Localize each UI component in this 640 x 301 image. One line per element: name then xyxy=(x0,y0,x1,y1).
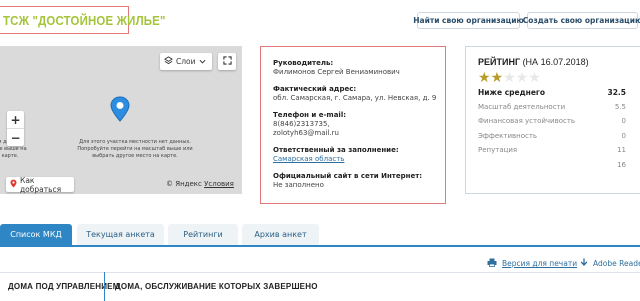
responsible-link[interactable]: Самарская область xyxy=(273,155,435,164)
rating-row-value: 16 xyxy=(617,160,626,169)
zoom-out-button[interactable]: − xyxy=(7,128,24,146)
tab-form-archive[interactable]: Архив анкет xyxy=(242,224,319,245)
map-zoom-control: + − xyxy=(7,111,24,146)
rating-row: Ниже среднего 32.5 xyxy=(478,85,626,100)
org-title-box: ТСЖ "ДОСТОЙНОЕ ЖИЛЬЕ" xyxy=(0,6,165,34)
tab-underline xyxy=(0,245,640,247)
terms-link[interactable]: Условия xyxy=(204,180,234,188)
adobe-reader-label: Adobe Reader xyxy=(593,259,640,268)
tab-ratings[interactable]: Рейтинги xyxy=(168,224,238,245)
rating-date: (НА 16.07.2018) xyxy=(522,57,589,67)
rating-row-label: Эффективность xyxy=(478,131,538,140)
download-arrow-icon xyxy=(580,258,588,269)
adobe-reader-link[interactable]: Adobe Reader xyxy=(580,258,640,269)
rating-row-value: 11 xyxy=(617,146,626,155)
responsible-label: Ответственный за заполнение: xyxy=(273,146,399,154)
find-organization-button[interactable]: Найти свою организацию xyxy=(413,12,524,29)
rating-row-value: 0 xyxy=(621,131,626,140)
route-button[interactable]: Как добраться xyxy=(6,175,74,194)
rating-row-label: Масштаб деятельности xyxy=(478,102,566,111)
rating-row-value: 32.5 xyxy=(607,87,626,97)
phone-email-label: Телефон и e-mail: xyxy=(273,111,347,119)
rating-rows: Ниже среднего 32.5 Масштаб деятельности 5.5… xyxy=(478,85,640,172)
rating-row: Эффективность 0 xyxy=(478,129,626,144)
map-layers-label: Слои xyxy=(176,57,196,66)
star-icon: ★ xyxy=(490,70,504,86)
map-no-data-note: Для этого участка местности нет данных. … xyxy=(77,139,193,159)
fullscreen-icon xyxy=(222,55,232,68)
star-icon: ★ xyxy=(503,70,516,86)
chevron-down-icon xyxy=(199,57,206,66)
phone-value: 8(846)2313735, xyxy=(273,120,330,128)
tab-completed-houses[interactable]: ДОМА, ОБСЛУЖИВАНИЕ КОТОРЫХ ЗАВЕРШЕНО xyxy=(115,272,318,301)
website-value: Не заполнено xyxy=(273,181,324,189)
rating-panel: РЕЙТИНГ (НА 16.07.2018) ★★★★★ Ниже средн… xyxy=(465,46,640,194)
website-label: Официальный сайт в сети Интернет: xyxy=(273,172,423,180)
rating-stars: ★★★★★ xyxy=(478,71,640,85)
tab-current-form[interactable]: Текущая анкета xyxy=(77,224,164,245)
map-layers-button[interactable]: Слои xyxy=(160,53,212,70)
fullscreen-button[interactable] xyxy=(218,53,236,70)
bottom-tab-separator xyxy=(104,272,105,301)
create-organization-button[interactable]: Создать свою организацию xyxy=(523,12,640,29)
map-pin-icon[interactable] xyxy=(110,96,130,126)
org-title: ТСЖ "ДОСТОЙНОЕ ЖИЛЬЕ" xyxy=(3,12,166,28)
rating-row-label: Финансовая устойчивость xyxy=(478,117,576,126)
organization-info-box: Руководитель: Филимонов Сергей Вениамино… xyxy=(260,46,446,204)
rating-heading: РЕЙТИНГ (НА 16.07.2018) xyxy=(478,57,640,67)
head-label: Руководитель: xyxy=(273,59,334,67)
rating-row-label: Репутация xyxy=(478,146,518,155)
rating-row: Масштаб деятельности 5.5 xyxy=(478,100,626,115)
rating-row: Репутация 11 xyxy=(478,143,626,158)
address-label: Фактический адрес: xyxy=(273,85,357,93)
route-pin-icon xyxy=(10,179,17,190)
tab-mkd-list[interactable]: Список МКД xyxy=(0,224,72,245)
rating-row-label: Ниже среднего xyxy=(478,87,545,97)
tab-managed-houses[interactable]: ДОМА ПОД УПРАВЛЕНИЕМ xyxy=(8,272,120,301)
star-icon: ★ xyxy=(515,70,529,86)
rating-row-value: 5.5 xyxy=(614,102,626,111)
rating-row-value: 0 xyxy=(621,117,626,126)
email-value: zolotyh63@mail.ru xyxy=(273,129,339,137)
route-button-label: Как добраться xyxy=(20,175,62,194)
printer-icon xyxy=(487,258,497,269)
rating-row: 16 xyxy=(478,158,626,173)
rating-title: РЕЙТИНГ xyxy=(478,57,521,67)
head-value: Филимонов Сергей Вениаминович xyxy=(273,68,400,76)
address-value: обл. Самарская, г. Самара, ул. Невская, … xyxy=(273,94,437,102)
zoom-in-button[interactable]: + xyxy=(7,111,24,128)
print-version-link[interactable]: Версия для печати xyxy=(487,258,577,269)
yandex-copyright: © Яндекс xyxy=(166,180,202,188)
print-version-label: Версия для печати xyxy=(502,259,578,268)
map-copyright: © Яндекс Условия xyxy=(166,180,234,188)
star-icon: ★ xyxy=(528,70,541,86)
star-icon: ★ xyxy=(478,70,491,86)
layers-icon xyxy=(164,56,173,67)
rating-row: Финансовая устойчивость 0 xyxy=(478,114,626,129)
